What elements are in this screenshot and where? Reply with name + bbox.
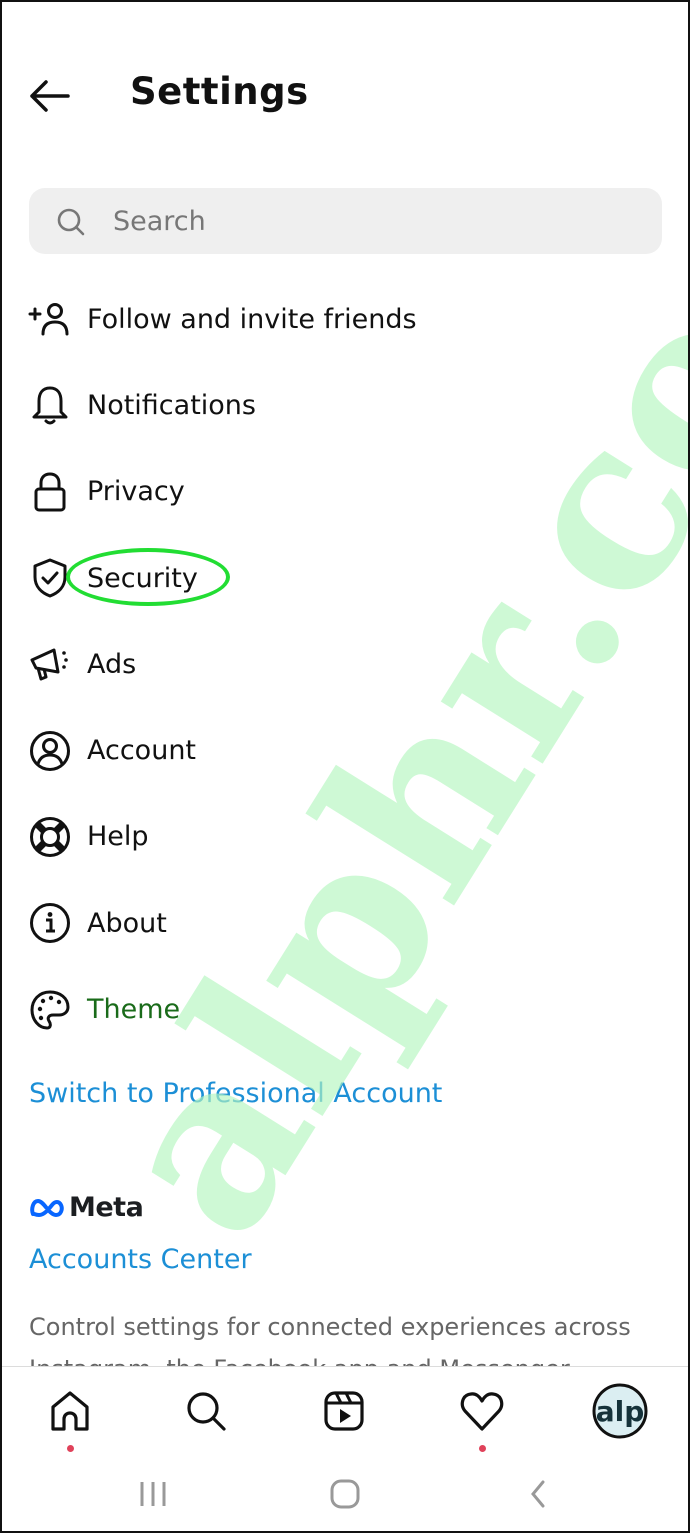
nav-search[interactable] — [176, 1381, 236, 1441]
home-icon — [51, 1391, 89, 1431]
menu-item-ads[interactable]: Ads — [0, 621, 690, 707]
menu-item-label: Security — [87, 562, 198, 594]
menu-item-notifications[interactable]: Notifications — [0, 362, 690, 448]
switch-professional-link[interactable]: Switch to Professional Account — [29, 1078, 442, 1109]
recent-apps-button[interactable] — [128, 1474, 178, 1514]
lock-icon — [28, 470, 72, 514]
arrow-left-icon — [30, 80, 70, 112]
back-button[interactable] — [26, 76, 74, 116]
nav-home[interactable] — [40, 1381, 100, 1452]
search-icon — [57, 208, 85, 236]
menu-item-label: Account — [87, 735, 197, 767]
system-home-icon — [330, 1479, 360, 1509]
search-bar[interactable] — [29, 188, 662, 254]
accounts-center-description: Control settings for connected experienc… — [29, 1313, 631, 1366]
nav-reels[interactable] — [314, 1381, 374, 1441]
menu-item-label: Help — [87, 821, 149, 853]
menu-item-label: Theme — [87, 994, 181, 1026]
meta-logo: Meta — [29, 1192, 144, 1223]
menu-item-label: Privacy — [87, 476, 185, 508]
reels-icon — [324, 1391, 364, 1431]
heart-icon — [460, 1392, 504, 1431]
nav-profile[interactable]: alp — [590, 1381, 650, 1441]
system-home-button[interactable] — [320, 1474, 370, 1514]
notification-dot — [479, 1445, 486, 1452]
lifebuoy-icon — [28, 815, 72, 859]
account-circle-icon — [28, 729, 72, 773]
accounts-center-link[interactable]: Accounts Center — [29, 1244, 252, 1275]
meta-infinity-icon — [30, 1198, 64, 1217]
meta-brand-text: Meta — [69, 1192, 144, 1223]
menu-item-follow-invite[interactable]: Follow and invite friends — [0, 276, 690, 362]
system-nav-bar — [0, 1454, 690, 1533]
notification-dot — [67, 1445, 74, 1452]
menu-item-privacy[interactable]: Privacy — [0, 449, 690, 535]
system-back-button[interactable] — [513, 1474, 563, 1514]
shield-check-icon — [28, 556, 72, 600]
search-icon — [187, 1392, 226, 1431]
menu-item-help[interactable]: Help — [0, 794, 690, 880]
megaphone-icon — [28, 642, 72, 686]
info-icon — [28, 901, 72, 945]
bottom-nav: alp — [0, 1366, 690, 1454]
add-person-icon — [28, 297, 72, 341]
recent-apps-icon — [140, 1482, 166, 1506]
avatar: alp — [592, 1383, 648, 1439]
palette-icon — [28, 988, 72, 1032]
settings-menu: Follow and invite friends Notifications … — [0, 276, 690, 1053]
menu-item-label: Ads — [87, 648, 137, 680]
menu-item-about[interactable]: About — [0, 880, 690, 966]
menu-item-security[interactable]: Security — [0, 535, 690, 621]
menu-item-account[interactable]: Account — [0, 707, 690, 793]
menu-item-label: About — [87, 907, 167, 939]
chevron-left-icon — [531, 1480, 545, 1508]
menu-item-theme[interactable]: Theme — [0, 966, 690, 1052]
page-title: Settings — [130, 70, 309, 113]
menu-item-label: Notifications — [87, 389, 256, 421]
search-input[interactable] — [113, 188, 633, 254]
avatar-text: alp — [596, 1395, 645, 1428]
menu-item-label: Follow and invite friends — [87, 303, 417, 335]
nav-activity[interactable] — [452, 1381, 512, 1452]
bell-icon — [28, 383, 72, 427]
header: Settings — [0, 60, 690, 132]
